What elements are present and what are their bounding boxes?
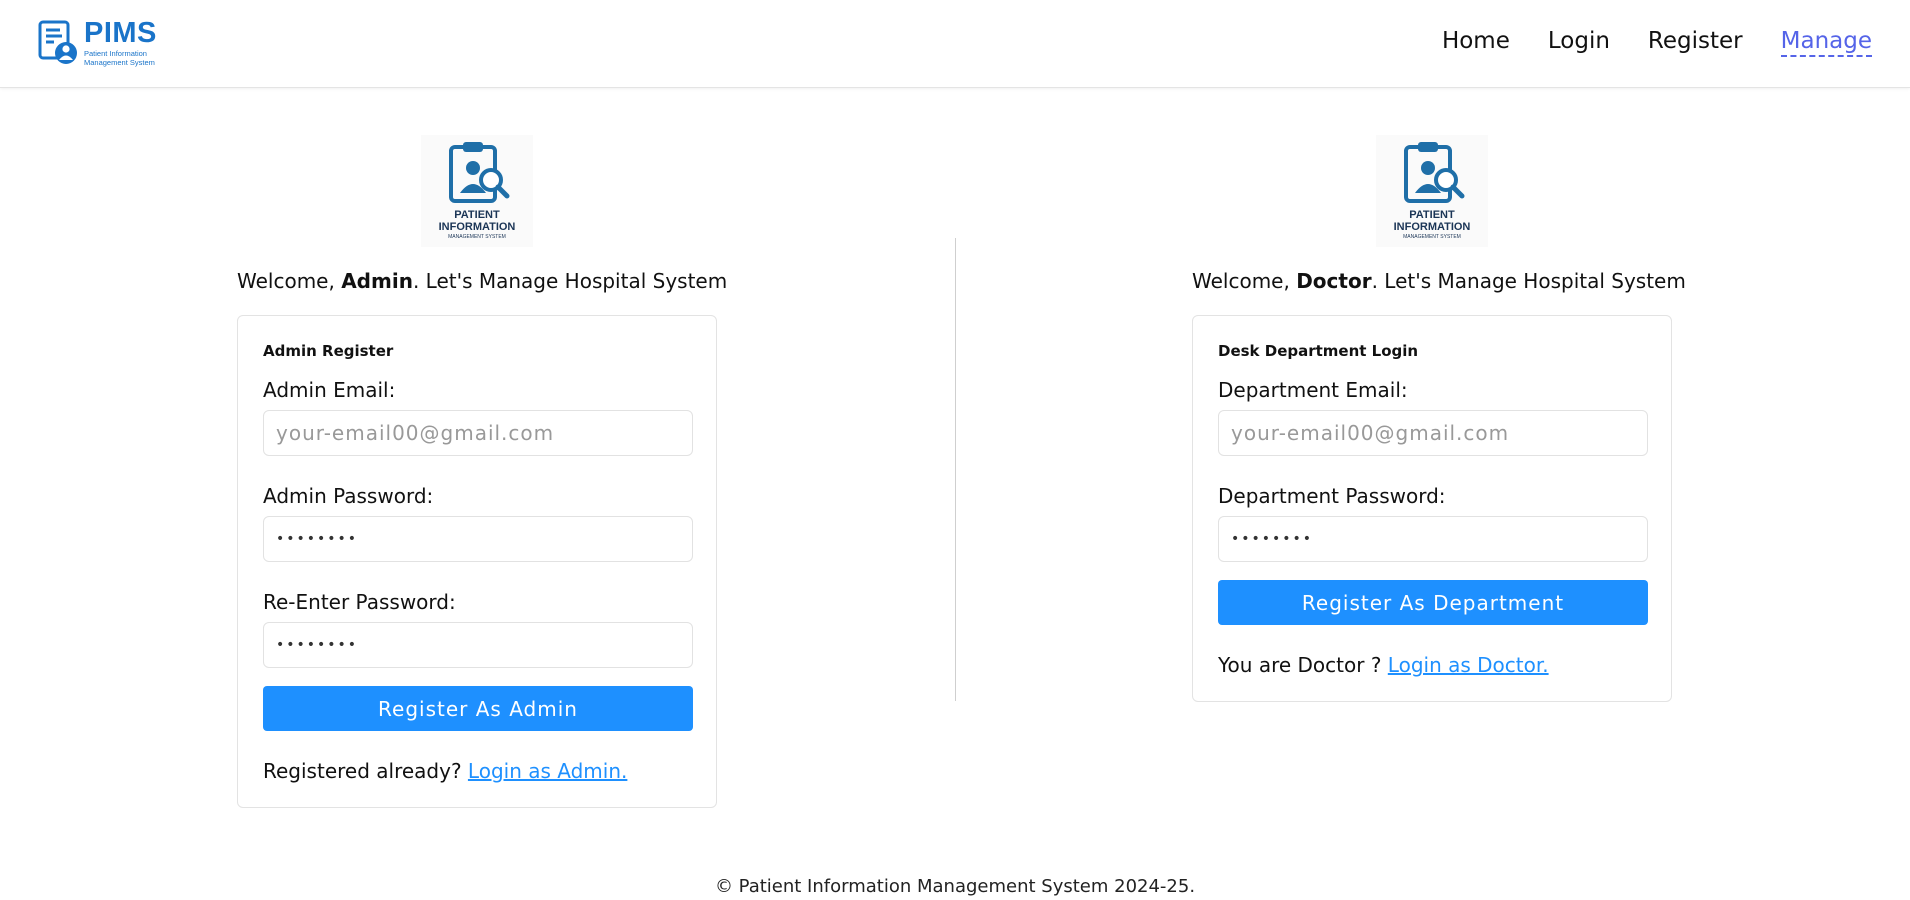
welcome-role: Doctor: [1296, 269, 1372, 293]
department-email-label: Department Email:: [1218, 378, 1408, 402]
doctor-section: PATIENT INFORMATION MANAGEMENT SYSTEM We…: [1192, 135, 1686, 702]
admin-password-input[interactable]: [263, 516, 693, 562]
admin-reenter-password-label: Re-Enter Password:: [263, 590, 456, 614]
emblem-line1: PATIENT: [454, 209, 500, 221]
welcome-suffix: . Let's Manage Hospital System: [412, 269, 728, 293]
department-email-input[interactable]: [1218, 410, 1648, 456]
admin-email-input[interactable]: [263, 410, 693, 456]
welcome-prefix: Welcome,: [1192, 269, 1297, 293]
admin-foot-text: Registered already?: [263, 759, 468, 783]
logo-title: PIMS: [84, 17, 157, 50]
doctor-login-prompt: You are Doctor ? Login as Doctor.: [1218, 653, 1646, 677]
register-department-button[interactable]: Register As Department: [1218, 580, 1648, 625]
emblem-line3: MANAGEMENT SYSTEM: [448, 234, 506, 240]
nav-manage[interactable]: Manage: [1780, 28, 1872, 57]
pims-logo[interactable]: PIMS Patient Information Management Syst…: [38, 18, 168, 68]
top-navbar: PIMS Patient Information Management Syst…: [0, 0, 1910, 88]
logo-text: PIMS Patient Information Management Syst…: [84, 19, 157, 67]
nav-register[interactable]: Register: [1648, 28, 1743, 57]
admin-welcome: Welcome, Admin. Let's Manage Hospital Sy…: [237, 269, 727, 293]
department-password-label: Department Password:: [1218, 484, 1446, 508]
department-login-card: Desk Department Login Department Email: …: [1192, 315, 1672, 702]
card-title: Desk Department Login: [1218, 342, 1419, 360]
emblem-line1: PATIENT: [1409, 209, 1455, 221]
document-user-icon: [38, 20, 77, 64]
column-divider: [955, 238, 956, 701]
emblem-line3: MANAGEMENT SYSTEM: [1403, 234, 1461, 240]
welcome-role: Admin: [341, 269, 413, 293]
admin-register-card: Admin Register Admin Email: Admin Passwo…: [237, 315, 717, 808]
admin-password-label: Admin Password:: [263, 484, 434, 508]
footer-copyright: © Patient Information Management System …: [714, 876, 1196, 897]
login-as-admin-link[interactable]: Login as Admin.: [468, 759, 627, 783]
welcome-prefix: Welcome,: [237, 269, 342, 293]
admin-section: PATIENT INFORMATION MANAGEMENT SYSTEM We…: [237, 135, 727, 808]
emblem-line2: INFORMATION: [1394, 221, 1471, 233]
doctor-foot-text: You are Doctor ?: [1218, 653, 1388, 677]
clipboard-search-icon: PATIENT INFORMATION MANAGEMENT SYSTEM: [1376, 135, 1488, 247]
department-password-input[interactable]: [1218, 516, 1648, 562]
clipboard-search-icon: PATIENT INFORMATION MANAGEMENT SYSTEM: [421, 135, 533, 247]
register-admin-button[interactable]: Register As Admin: [263, 686, 693, 731]
card-title: Admin Register: [263, 342, 394, 360]
nav-login[interactable]: Login: [1548, 28, 1610, 57]
login-as-doctor-link[interactable]: Login as Doctor.: [1388, 653, 1549, 677]
admin-reenter-password-input[interactable]: [263, 622, 693, 668]
welcome-suffix: . Let's Manage Hospital System: [1371, 269, 1686, 293]
emblem-line2: INFORMATION: [439, 221, 516, 233]
logo-subtitle-line2: Management System: [84, 57, 155, 67]
nav-home[interactable]: Home: [1442, 28, 1510, 57]
main-nav: Home Login Register Manage: [1442, 28, 1872, 57]
admin-login-prompt: Registered already? Login as Admin.: [263, 759, 691, 783]
doctor-welcome: Welcome, Doctor. Let's Manage Hospital S…: [1192, 269, 1686, 293]
admin-email-label: Admin Email:: [263, 378, 396, 402]
